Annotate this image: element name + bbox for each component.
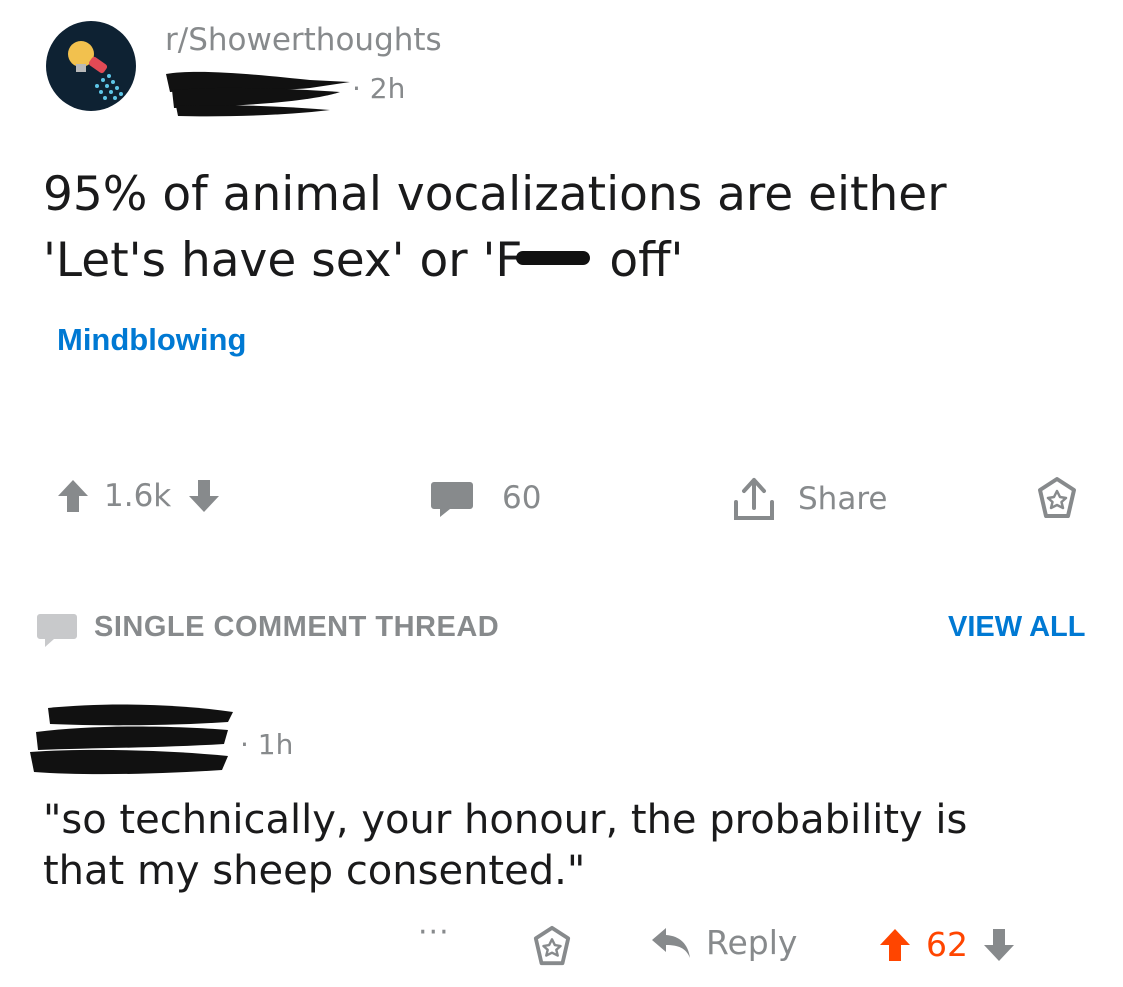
comment-body: "so technically, your honour, the probab… [43, 797, 968, 894]
comment-icon [37, 614, 77, 647]
share-label: Share [798, 481, 888, 517]
upvote-icon[interactable] [878, 927, 912, 963]
thread-header: SINGLE COMMENT THREAD VIEW ALL [0, 605, 1123, 655]
comments-button[interactable]: 60 [430, 478, 541, 518]
comment-timestamp: · 1h [240, 728, 294, 761]
redaction-mark [516, 250, 591, 265]
showerthoughts-avatar-icon [46, 21, 136, 111]
reply-label: Reply [706, 923, 798, 962]
reply-icon [652, 927, 690, 958]
post-title-end: off' [594, 233, 684, 288]
redaction-mark [166, 71, 350, 117]
comment-action-bar: ··· Reply 62 [0, 915, 1123, 975]
share-icon [734, 478, 774, 520]
comment-icon [431, 482, 473, 517]
post-vote-group: 1.6k [56, 478, 221, 514]
post-title-start: 95% of animal vocalizations are either '… [43, 167, 947, 288]
comment-score: 62 [926, 925, 968, 964]
subreddit-name[interactable]: r/Showerthoughts [165, 22, 442, 58]
post-action-bar: 1.6k 60 Share [0, 470, 1123, 530]
comment-vote-group: 62 [878, 925, 1016, 964]
downvote-icon[interactable] [982, 927, 1016, 963]
save-icon [1038, 477, 1076, 518]
downvote-icon[interactable] [187, 478, 221, 514]
reply-button[interactable]: Reply [650, 923, 797, 962]
redaction-mark [30, 704, 233, 775]
comment-save-button[interactable] [530, 925, 574, 971]
post-flair[interactable]: Mindblowing [57, 322, 246, 358]
upvote-icon[interactable] [56, 478, 90, 514]
subreddit-avatar[interactable] [45, 20, 137, 112]
save-icon [533, 925, 571, 966]
save-button[interactable] [1034, 476, 1080, 520]
post-score: 1.6k [104, 478, 172, 514]
thread-label: SINGLE COMMENT THREAD [94, 611, 500, 643]
comment-count: 60 [502, 480, 542, 516]
post-title[interactable]: 95% of animal vocalizations are either '… [43, 162, 1043, 294]
share-button[interactable]: Share [732, 476, 887, 522]
view-all-link[interactable]: VIEW ALL [948, 611, 1085, 644]
more-options-button[interactable]: ··· [418, 915, 450, 950]
post-timestamp: · 2h [352, 72, 406, 105]
